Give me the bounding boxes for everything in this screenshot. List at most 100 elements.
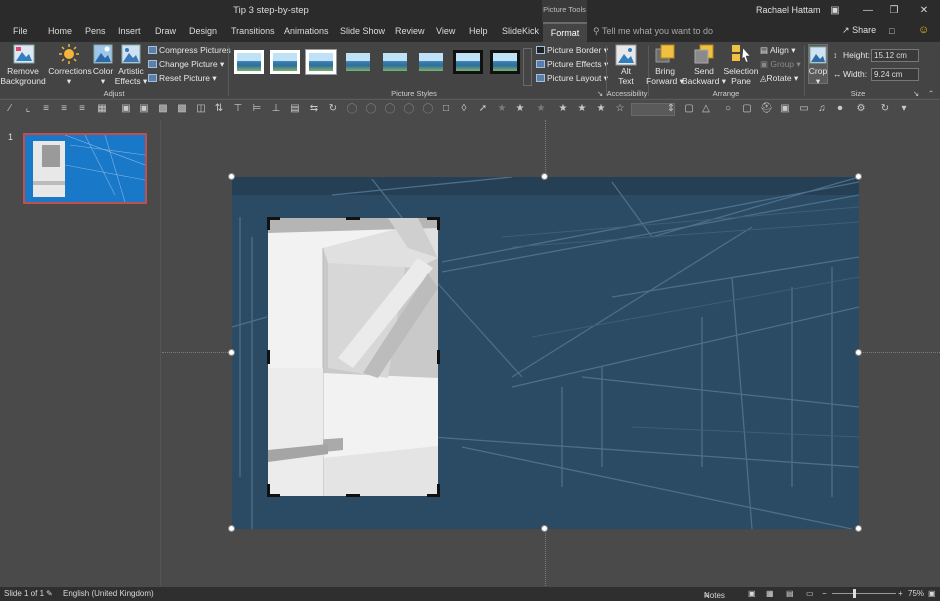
bring-front-icon[interactable]: ▩ xyxy=(157,103,169,115)
height-input[interactable]: 15.12 cm xyxy=(871,49,919,62)
elbow-connector-icon[interactable]: ⌞ xyxy=(22,103,34,115)
resize-handle-bottom-right[interactable] xyxy=(855,525,862,532)
crop-handle-right[interactable] xyxy=(437,350,440,364)
crop-region[interactable] xyxy=(268,218,438,496)
picture-style-8[interactable] xyxy=(490,50,520,74)
selection-pane-button[interactable] xyxy=(731,44,751,66)
addin-icon[interactable]: ⚙ xyxy=(855,103,867,115)
distribute-icon[interactable]: ▦ xyxy=(96,103,108,115)
color-button[interactable] xyxy=(93,44,113,66)
align-center-icon[interactable]: ≡ xyxy=(58,103,70,115)
star-solid-icon[interactable]: ★ xyxy=(595,103,607,115)
reading-view-icon[interactable]: ▤ xyxy=(786,589,794,598)
corrections-dropdown-icon[interactable]: ▾ xyxy=(64,76,74,86)
smiley-feedback-icon[interactable]: ☺ xyxy=(918,24,929,36)
tab-insert[interactable]: Insert xyxy=(118,26,141,36)
screenshot-icon[interactable]: ▣ xyxy=(779,103,791,115)
remove-background-button[interactable] xyxy=(13,44,35,66)
align-middle-icon[interactable]: ⊨ xyxy=(251,103,263,115)
customize-toolbar-icon[interactable]: ▾ xyxy=(898,103,910,115)
crop-handle-bottom-left-v[interactable] xyxy=(267,484,270,497)
star-empty-icon[interactable]: ☆ xyxy=(614,103,626,115)
star-white-icon[interactable]: ★ xyxy=(557,103,569,115)
picture-style-7[interactable] xyxy=(453,50,483,74)
line-icon[interactable]: ∕ xyxy=(4,103,16,115)
zoom-out-icon[interactable]: − xyxy=(822,589,827,598)
tab-pens[interactable]: Pens xyxy=(85,26,106,36)
slideshow-view-icon[interactable]: ▭ xyxy=(806,589,814,598)
tab-transitions[interactable]: Transitions xyxy=(231,26,275,36)
tab-view[interactable]: View xyxy=(436,26,455,36)
crop-shape-icon[interactable]: □ xyxy=(440,103,452,115)
rotate-button[interactable]: ◬Rotate ▾ xyxy=(760,73,798,84)
swap-icon[interactable]: ⇆ xyxy=(308,103,320,115)
crop-handle-bottom[interactable] xyxy=(346,494,360,497)
change-picture-button[interactable]: Change Picture ▾ xyxy=(148,59,224,70)
star-icon[interactable]: ★ xyxy=(576,103,588,115)
edit-points-icon[interactable]: ◊ xyxy=(458,103,470,115)
tab-design[interactable]: Design xyxy=(189,26,217,36)
tab-draw[interactable]: Draw xyxy=(155,26,176,36)
crop-handle-top[interactable] xyxy=(346,217,360,220)
merge-combine-icon[interactable]: ◯ xyxy=(365,103,377,115)
resize-handle-bottom[interactable] xyxy=(541,525,548,532)
comments-icon[interactable]: □ xyxy=(889,26,894,36)
resize-handle-right[interactable] xyxy=(855,349,862,356)
minimize-button[interactable]: — xyxy=(858,3,878,19)
group-button[interactable]: ▣ Group ▾ xyxy=(760,59,801,70)
send-backward-button[interactable] xyxy=(694,44,714,66)
tab-slide-show[interactable]: Slide Show xyxy=(340,26,385,36)
tab-format[interactable]: Format xyxy=(543,22,587,42)
tab-review[interactable]: Review xyxy=(395,26,425,36)
color-dropdown-icon[interactable]: ▾ xyxy=(98,76,108,86)
bring-forward-button[interactable] xyxy=(655,44,675,66)
alt-text-button[interactable] xyxy=(615,44,637,68)
spelling-check-icon[interactable]: ✎ xyxy=(46,589,53,598)
pointer-icon[interactable]: ➚ xyxy=(477,103,489,115)
picture-border-button[interactable]: Picture Border ▾ xyxy=(536,45,608,56)
reset-picture-button[interactable]: Reset Picture ▾ xyxy=(148,73,217,84)
size-match-icon[interactable]: ▤ xyxy=(289,103,301,115)
zoom-level[interactable]: 75% xyxy=(908,589,924,598)
group-objects-icon[interactable]: ▣ xyxy=(120,103,132,115)
fit-to-window-icon[interactable]: ▣ xyxy=(928,589,936,598)
ribbon-display-options-icon[interactable]: ▣ xyxy=(825,3,845,19)
copy-format-icon[interactable]: ◫ xyxy=(195,103,207,115)
compress-pictures-button[interactable]: Compress Pictures xyxy=(148,45,231,55)
picture-styles-launcher-icon[interactable]: ↘ xyxy=(596,89,604,98)
language-status[interactable]: English (United Kingdom) xyxy=(63,589,154,598)
tab-slidekick[interactable]: SlideKick xyxy=(502,26,539,36)
tab-help[interactable]: Help xyxy=(469,26,488,36)
picture-effects-button[interactable]: Picture Effects ▾ xyxy=(536,59,608,70)
align-right-icon[interactable]: ≡ xyxy=(76,103,88,115)
merge-fragment-icon[interactable]: ◯ xyxy=(384,103,396,115)
resize-handle-top-right[interactable] xyxy=(855,173,862,180)
picture-style-2[interactable] xyxy=(270,50,300,74)
refresh-icon[interactable]: ↻ xyxy=(879,103,891,115)
align-bottom-icon[interactable]: ⊥ xyxy=(270,103,282,115)
tab-animations[interactable]: Animations xyxy=(284,26,329,36)
align-button[interactable]: ▤ Align ▾ xyxy=(760,45,795,56)
crop-handle-bottom-right-v[interactable] xyxy=(437,484,440,497)
globe-icon[interactable]: ⛑ xyxy=(760,103,773,115)
crop-dropdown-icon[interactable]: ▾ xyxy=(813,76,823,86)
record-icon[interactable]: ⏺ xyxy=(834,103,846,115)
zoom-slider[interactable] xyxy=(832,593,896,594)
user-name[interactable]: Rachael Hattam xyxy=(756,5,821,15)
picture-style-3[interactable] xyxy=(305,49,337,75)
resize-handle-top-left[interactable] xyxy=(228,173,235,180)
picture-layout-button[interactable]: Picture Layout ▾ xyxy=(536,73,608,84)
oval-icon[interactable]: ○ xyxy=(722,103,734,115)
audio-icon[interactable]: ♫ xyxy=(816,103,828,115)
star-outline-icon[interactable]: ★ xyxy=(496,103,508,115)
rotate-shape-icon[interactable]: ↻ xyxy=(327,103,339,115)
crop-handle-top-left-v[interactable] xyxy=(267,217,270,230)
gallery-scroll[interactable] xyxy=(523,48,532,86)
flip-icon[interactable]: ⇅ xyxy=(213,103,225,115)
merge-intersect-icon[interactable]: ◯ xyxy=(403,103,415,115)
tab-home[interactable]: Home xyxy=(48,26,72,36)
merge-union-icon[interactable]: ◯ xyxy=(346,103,358,115)
normal-view-icon[interactable]: ▣ xyxy=(748,589,756,598)
share-button[interactable]: ↗ Share xyxy=(842,25,876,36)
rectangle-icon[interactable]: ▢ xyxy=(741,103,753,115)
